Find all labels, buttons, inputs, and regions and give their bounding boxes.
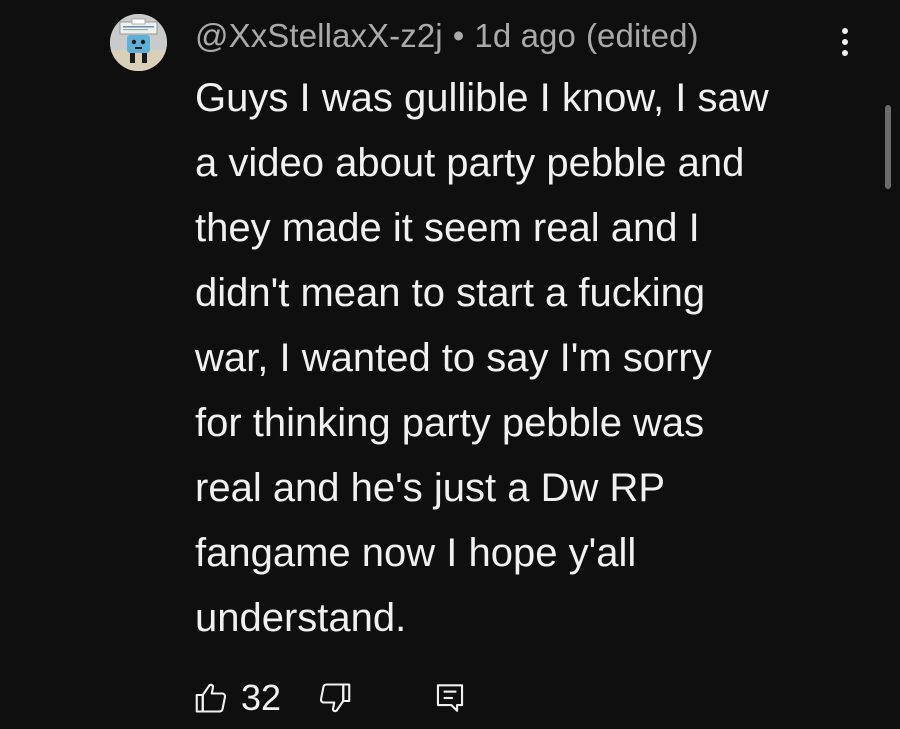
separator-dot: • bbox=[452, 17, 465, 54]
thumbs-down-icon bbox=[319, 683, 351, 713]
comment-line: a video about party pebble and bbox=[195, 141, 745, 185]
author-handle[interactable]: @XxStellaxX-z2j bbox=[195, 17, 443, 55]
dislike-button[interactable] bbox=[317, 680, 353, 716]
comment-line: real and he's just a Dw RP bbox=[195, 466, 666, 510]
reply-button[interactable] bbox=[433, 681, 467, 715]
more-vert-icon[interactable] bbox=[830, 22, 860, 62]
edited-label: (edited) bbox=[585, 17, 699, 54]
comment-header: @XxStellaxX-z2j • 1d ago (edited) bbox=[195, 14, 699, 58]
like-count: 32 bbox=[241, 677, 282, 718]
comment-line: didn't mean to start a fucking bbox=[195, 271, 706, 315]
comment-line: they made it seem real and I bbox=[195, 206, 700, 250]
like-button[interactable]: 32 bbox=[193, 677, 281, 719]
comment-actions: 32 bbox=[193, 670, 467, 726]
comment-line: war, I wanted to say I'm sorry bbox=[195, 336, 712, 380]
comment-line: for thinking party pebble was bbox=[195, 401, 705, 445]
comment-line: Guys I was gullible I know, I saw bbox=[195, 76, 769, 120]
thumbs-up-icon bbox=[195, 683, 227, 713]
comment-line: fangame now I hope y'all bbox=[195, 531, 637, 575]
scrollbar[interactable] bbox=[885, 105, 891, 189]
avatar[interactable] bbox=[110, 14, 167, 71]
timestamp[interactable]: 1d ago bbox=[474, 17, 576, 55]
reply-comment-icon bbox=[436, 684, 464, 712]
comment-line: understand. bbox=[195, 596, 407, 640]
comment-thread: @XxStellaxX-z2j • 1d ago (edited) Guys I… bbox=[0, 0, 900, 729]
comment-body: Guys I was gullible I know, I saw a vide… bbox=[195, 66, 845, 651]
avatar-icon bbox=[110, 14, 167, 71]
